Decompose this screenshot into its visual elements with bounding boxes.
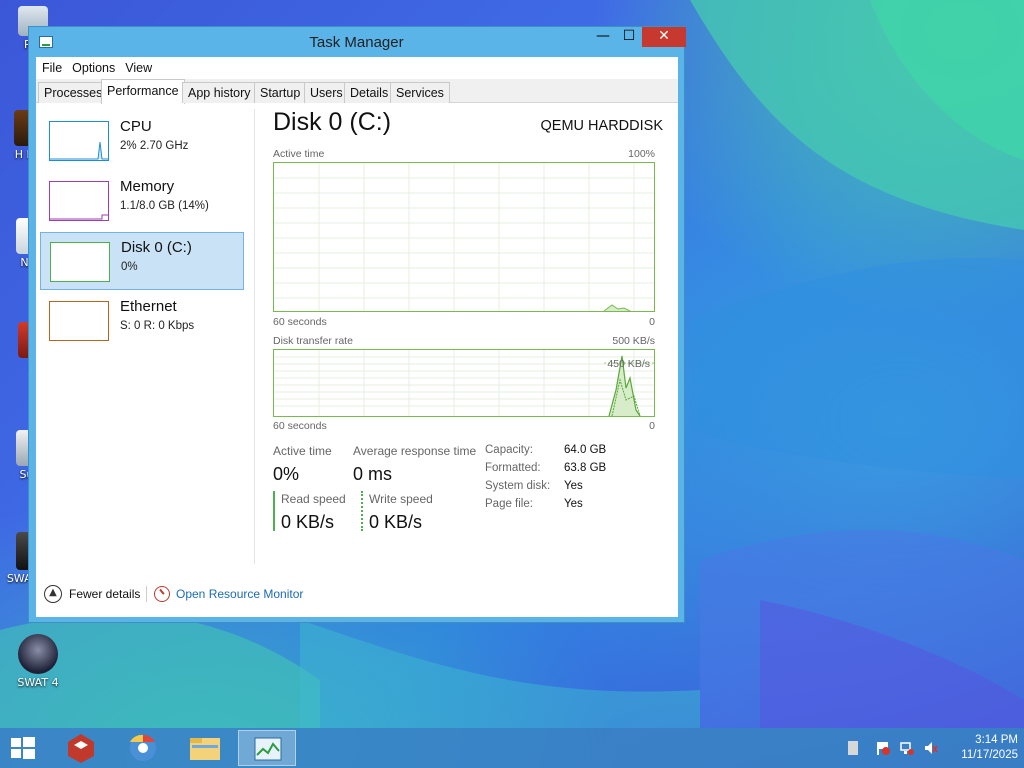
tab-startup[interactable]: Startup (254, 82, 307, 103)
chrome-icon (130, 734, 156, 761)
capacity-label: Capacity: (485, 444, 533, 456)
active-time-graph-label: Active time (273, 148, 325, 160)
tab-processes[interactable]: Processes (38, 82, 109, 103)
folder-icon (190, 738, 220, 760)
taskbar: 3:14 PM 11/17/2025 (0, 728, 1024, 768)
read-speed-label: Read speed (281, 492, 346, 506)
sidebar-item-memory[interactable]: Memory 1.1/8.0 GB (14%) (40, 172, 244, 230)
active-time-graph-grid (274, 163, 654, 311)
active-time-graph (273, 162, 655, 312)
sidebar-item-label: CPU (120, 118, 152, 135)
read-speed-indicator (273, 491, 275, 531)
cpu-mini-graph-line (50, 141, 108, 160)
window-title: Task Manager (309, 34, 404, 51)
avg-response-value: 0 ms (353, 464, 393, 484)
windows-logo-icon (11, 737, 35, 759)
avg-response-label: Average response time (353, 444, 477, 458)
system-disk-label: System disk: (485, 480, 551, 492)
tab-services[interactable]: Services (390, 82, 450, 103)
menu-options[interactable]: Options (66, 57, 119, 75)
memory-mini-graph (49, 181, 109, 221)
active-time-graph-time: 60 seconds (273, 316, 327, 328)
chevron-up-icon[interactable]: ▲ (44, 585, 62, 603)
taskbar-task-manager[interactable] (238, 730, 296, 766)
disk-model: QEMU HARDDISK (540, 118, 663, 134)
sidebar-item-cpu[interactable]: CPU 2% 2.70 GHz (40, 112, 244, 170)
system-disk-value: Yes (564, 480, 583, 492)
write-speed-indicator (361, 491, 363, 531)
volume-muted-icon[interactable] (924, 741, 938, 755)
resource-monitor-icon (154, 586, 170, 602)
panel-divider (254, 109, 255, 564)
disk-detail-panel: Disk 0 (C:) QEMU HARDDISK Active time 10… (273, 104, 663, 564)
flag-alert-icon[interactable] (876, 741, 890, 755)
write-speed-value: 0 KB/s (369, 512, 423, 532)
active-time-value: 0% (273, 464, 300, 484)
transfer-rate-graph-max: 500 KB/s (612, 335, 655, 347)
menu-bar: File Options View (36, 57, 678, 79)
window-footer: ▲ Fewer details Open Resource Monitor (36, 567, 678, 617)
active-time-graph-max: 100% (628, 148, 655, 160)
sidebar-item-disk[interactable]: Disk 0 (C:) 0% (40, 232, 244, 290)
sidebar-item-value: 1.1/8.0 GB (14%) (120, 200, 209, 212)
task-manager-icon (254, 737, 282, 761)
footer-divider (146, 586, 147, 602)
task-manager-window: Task Manager — ☐ ✕ File Options View Proce… (28, 26, 686, 623)
action-center-icon[interactable] (848, 741, 858, 755)
formatted-value: 63.8 GB (564, 462, 607, 474)
close-button[interactable]: ✕ (642, 27, 686, 47)
performance-sidebar: CPU 2% 2.70 GHz Memory 1.1/8.0 GB (14%) … (36, 104, 250, 564)
transfer-rate-graph-label: Disk transfer rate (273, 335, 353, 347)
title-bar[interactable]: Task Manager — ☐ ✕ (29, 27, 686, 57)
disk-mini-graph (50, 242, 110, 282)
ethernet-mini-graph (49, 301, 109, 341)
write-speed-label: Write speed (369, 492, 433, 506)
system-clock[interactable]: 3:14 PM 11/17/2025 (938, 733, 1018, 763)
tab-details[interactable]: Details (344, 82, 395, 103)
read-speed-value: 0 KB/s (281, 512, 335, 532)
sidebar-item-label: Disk 0 (C:) (121, 239, 192, 256)
fewer-details-link[interactable]: Fewer details (69, 587, 140, 601)
clock-date: 11/17/2025 (961, 749, 1018, 761)
sidebar-item-value: S: 0 R: 0 Kbps (120, 320, 195, 332)
desktop-icon-swat4[interactable]: SWAT 4 (8, 634, 68, 689)
sidebar-item-label: Ethernet (120, 298, 177, 315)
network-alert-icon[interactable] (900, 741, 914, 755)
taskbar-app-red[interactable] (52, 730, 110, 766)
start-button[interactable] (10, 736, 36, 760)
red-app-icon (68, 734, 94, 763)
transfer-rate-graph-time: 60 seconds (273, 420, 327, 432)
tab-app-history[interactable]: App history (182, 82, 257, 103)
taskbar-chrome[interactable] (114, 730, 172, 766)
clock-time: 3:14 PM (975, 734, 1018, 746)
capacity-value: 64.0 GB (564, 444, 607, 456)
window-client: File Options View Processes Performance Ap… (36, 57, 678, 617)
active-time-graph-min: 0 (649, 316, 655, 328)
maximize-button[interactable]: ☐ (616, 27, 642, 47)
cpu-mini-graph (49, 121, 109, 161)
transfer-rate-graph: 450 KB/s (273, 349, 655, 417)
sidebar-item-value: 0% (121, 261, 138, 273)
sidebar-item-ethernet[interactable]: Ethernet S: 0 R: 0 Kbps (40, 292, 244, 350)
menu-file[interactable]: File (36, 57, 66, 75)
active-time-label: Active time (273, 444, 332, 458)
open-resource-monitor-link[interactable]: Open Resource Monitor (176, 587, 303, 601)
transfer-rate-graph-min: 0 (649, 420, 655, 432)
tab-strip: Processes Performance App history Startu… (36, 79, 678, 104)
swat4-icon (18, 634, 58, 674)
page-file-value: Yes (564, 498, 583, 510)
page-title: Disk 0 (C:) (273, 108, 392, 136)
menu-view[interactable]: View (119, 57, 156, 75)
sidebar-item-label: Memory (120, 178, 175, 195)
transfer-rate-graph-marker: 450 KB/s (607, 358, 650, 370)
minimize-button[interactable]: — (590, 27, 616, 47)
tab-performance[interactable]: Performance (101, 79, 185, 104)
sidebar-item-value: 2% 2.70 GHz (120, 140, 189, 152)
memory-mini-graph-line (50, 214, 108, 220)
tab-users[interactable]: Users (304, 82, 349, 103)
taskbar-file-explorer[interactable] (176, 730, 234, 766)
page-file-label: Page file: (485, 498, 533, 510)
formatted-label: Formatted: (485, 462, 541, 474)
transfer-rate-graph-grid (274, 350, 654, 416)
